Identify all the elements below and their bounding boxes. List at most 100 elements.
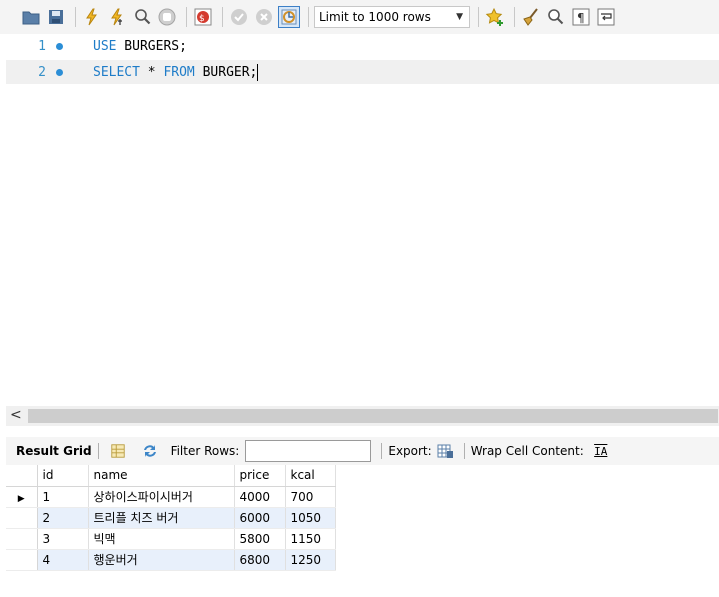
- export-button[interactable]: [436, 442, 454, 460]
- table-row[interactable]: ▶ 1 상하이스파이시버거 4000 700: [6, 486, 336, 508]
- open-folder-button[interactable]: [20, 6, 42, 28]
- toolbar-separator: [463, 443, 465, 459]
- table-cell[interactable]: 행운버거: [88, 549, 235, 571]
- toggle-stop-on-error-icon: $: [194, 8, 212, 26]
- save-button[interactable]: [45, 6, 67, 28]
- add-snippet-star-icon: [485, 7, 503, 26]
- wrap-cell-content-icon: IA: [594, 444, 608, 458]
- export-table-icon: [437, 444, 453, 458]
- line-number: 2: [38, 64, 46, 80]
- table-cell[interactable]: 5800: [234, 528, 286, 550]
- statement-marker-icon: [56, 68, 63, 76]
- table-header-row: id name price kcal: [6, 465, 336, 487]
- sql-keyword: SELECT: [93, 64, 140, 80]
- scroll-left-arrow-icon[interactable]: <: [10, 407, 22, 423]
- column-header-id[interactable]: id: [37, 465, 89, 487]
- svg-text:$: $: [199, 14, 205, 24]
- svg-text:¶: ¶: [577, 11, 585, 25]
- table-cell[interactable]: 6800: [234, 549, 286, 571]
- row-selector[interactable]: [6, 528, 38, 550]
- text-caret: [257, 63, 259, 81]
- table-cell[interactable]: 1150: [285, 528, 336, 550]
- wrap-lines-button[interactable]: [595, 6, 617, 28]
- commit-icon: [231, 9, 247, 25]
- commit-button[interactable]: [228, 6, 250, 28]
- find-icon: [548, 9, 564, 25]
- table-cell[interactable]: 1250: [285, 549, 336, 571]
- toolbar-separator: [478, 7, 479, 27]
- table-cell[interactable]: 700: [285, 486, 336, 508]
- toolbar-separator: [514, 7, 515, 27]
- stop-on-error-toggle[interactable]: $: [192, 6, 214, 28]
- wrap-cell-content-label: Wrap Cell Content:: [470, 444, 584, 458]
- toolbar-separator: [97, 443, 99, 459]
- stop-button[interactable]: [156, 6, 178, 28]
- stop-icon: [158, 8, 176, 26]
- table-cell[interactable]: 4000: [234, 486, 286, 508]
- result-grid-tab[interactable]: Result Grid: [16, 444, 92, 458]
- export-label: Export:: [388, 444, 432, 458]
- invisible-chars-icon: ¶: [572, 8, 590, 26]
- filter-rows-input[interactable]: [245, 440, 372, 462]
- chevron-down-icon: ▼: [456, 12, 463, 22]
- table-row[interactable]: 4 행운버거 6800 1250: [6, 549, 336, 571]
- add-snippet-button[interactable]: [484, 6, 506, 28]
- execute-current-button[interactable]: [106, 6, 128, 28]
- autocommit-toggle[interactable]: [278, 6, 300, 28]
- toolbar-separator: [308, 7, 309, 27]
- grid-layout-icon: [110, 444, 125, 458]
- table-cell[interactable]: 상하이스파이시버거: [88, 486, 235, 508]
- refresh-arrows-icon: [143, 445, 156, 457]
- result-grid[interactable]: id name price kcal ▶ 1 상하이스파이시버거 4000 70…: [6, 465, 719, 597]
- column-header-name[interactable]: name: [88, 465, 235, 487]
- row-selector[interactable]: [6, 549, 38, 571]
- toolbar-separator: [186, 7, 187, 27]
- line-number: 1: [38, 38, 46, 54]
- table-cell[interactable]: 빅맥: [88, 528, 235, 550]
- toolbar-separator: [222, 7, 223, 27]
- rollback-icon: [256, 9, 272, 25]
- refresh-button[interactable]: [141, 442, 159, 460]
- table-cell[interactable]: 1: [37, 486, 89, 508]
- explain-button[interactable]: [131, 6, 153, 28]
- result-table: id name price kcal ▶ 1 상하이스파이시버거 4000 70…: [6, 465, 336, 571]
- row-selector[interactable]: [6, 507, 38, 529]
- table-row[interactable]: 2 트리플 치즈 버거 6000 1050: [6, 507, 336, 529]
- editor-horizontal-scrollbar[interactable]: <: [6, 406, 719, 426]
- table-cell[interactable]: 3: [37, 528, 89, 550]
- table-cell[interactable]: 2: [37, 507, 89, 529]
- rollback-button[interactable]: [253, 6, 275, 28]
- column-header-kcal[interactable]: kcal: [285, 465, 336, 487]
- query-toolbar: $ Limit to 1000 rows ▼ ¶: [0, 0, 719, 34]
- execute-button[interactable]: [81, 6, 103, 28]
- statement-marker-icon: [56, 42, 63, 50]
- open-folder-icon: [22, 11, 40, 25]
- table-row[interactable]: 3 빅맥 5800 1150: [6, 528, 336, 550]
- explain-magnifier-icon: [135, 9, 151, 25]
- execute-cursor-icon: [111, 8, 122, 26]
- invisible-chars-button[interactable]: ¶: [570, 6, 592, 28]
- sql-editor[interactable]: 1 USE BURGERS; 2 SELECT * FROM BURGER;: [6, 34, 719, 406]
- limit-rows-select[interactable]: Limit to 1000 rows ▼: [314, 6, 470, 28]
- autocommit-icon: [281, 9, 297, 25]
- sql-keyword: USE: [93, 38, 117, 54]
- sql-editor-window: $ Limit to 1000 rows ▼ ¶ 1 USE BURGERS; …: [0, 0, 719, 597]
- execute-lightning-icon: [86, 8, 97, 26]
- table-cell[interactable]: 4: [37, 549, 89, 571]
- beautify-button[interactable]: [520, 6, 542, 28]
- row-selector[interactable]: ▶: [6, 486, 38, 508]
- table-cell[interactable]: 1050: [285, 507, 336, 529]
- form-editor-button[interactable]: [109, 442, 127, 460]
- find-button[interactable]: [545, 6, 567, 28]
- table-cell[interactable]: 트리플 치즈 버거: [88, 507, 235, 529]
- filter-rows-label: Filter Rows:: [170, 444, 240, 458]
- limit-rows-value: Limit to 1000 rows: [319, 10, 431, 24]
- result-toolbar: Result Grid Filter Rows: Export: Wrap Ce…: [6, 437, 719, 465]
- toolbar-separator: [381, 443, 383, 459]
- column-header-price[interactable]: price: [234, 465, 286, 487]
- save-icon: [49, 10, 63, 24]
- table-cell[interactable]: 6000: [234, 507, 286, 529]
- sql-keyword: FROM: [163, 64, 195, 80]
- wrap-cell-content-button[interactable]: IA: [592, 442, 610, 460]
- scrollbar-thumb[interactable]: [28, 409, 718, 423]
